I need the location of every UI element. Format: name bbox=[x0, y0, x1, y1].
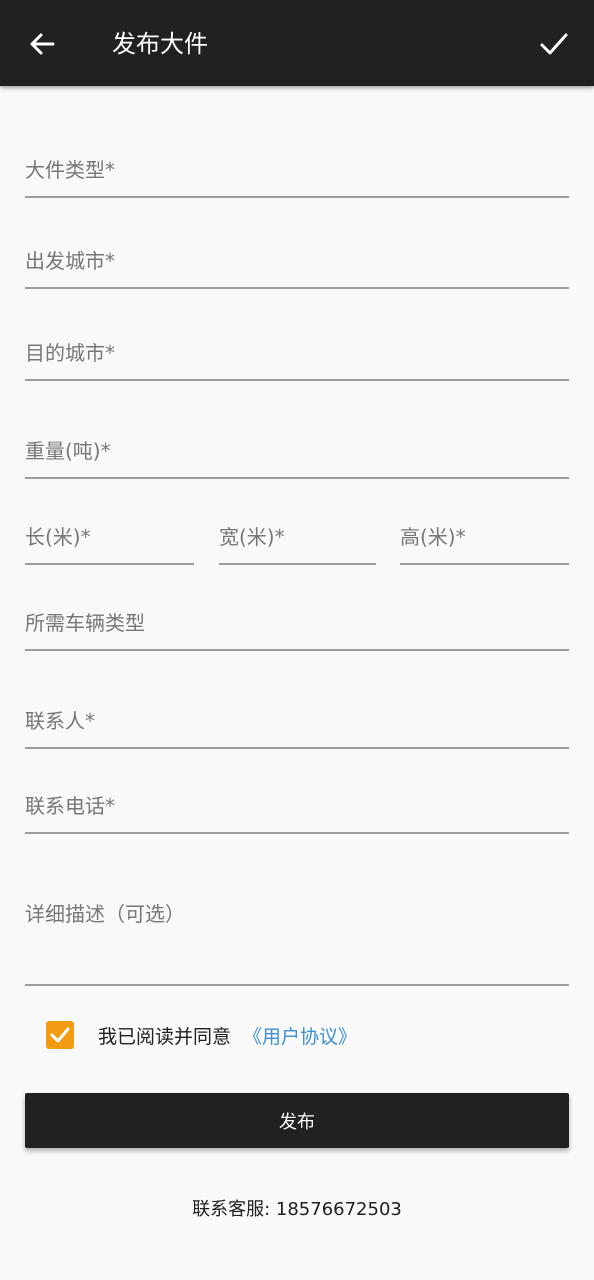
vehicle-type-field bbox=[25, 578, 569, 651]
description-field bbox=[25, 880, 569, 986]
contact-phone-field bbox=[25, 762, 569, 834]
destination-city-field bbox=[25, 307, 569, 381]
contact-phone-input[interactable] bbox=[25, 788, 569, 824]
app-bar: 发布大件 bbox=[0, 0, 594, 86]
arrow-left-icon bbox=[30, 33, 55, 55]
back-button[interactable] bbox=[18, 20, 66, 68]
check-icon bbox=[540, 33, 568, 55]
length-input[interactable] bbox=[25, 519, 194, 555]
cargo-type-field bbox=[25, 126, 569, 198]
description-input[interactable] bbox=[25, 896, 569, 932]
destination-city-input[interactable] bbox=[25, 335, 569, 371]
departure-city-field bbox=[25, 215, 569, 289]
length-field bbox=[25, 492, 194, 565]
weight-field bbox=[25, 405, 569, 479]
publish-button[interactable]: 发布 bbox=[25, 1093, 569, 1148]
agreement-text: 我已阅读并同意 bbox=[98, 1025, 232, 1048]
contact-person-field bbox=[25, 676, 569, 749]
page-title: 发布大件 bbox=[112, 30, 208, 58]
vehicle-type-input[interactable] bbox=[25, 605, 569, 641]
cargo-type-input[interactable] bbox=[25, 152, 569, 188]
width-input[interactable] bbox=[219, 519, 376, 555]
weight-input[interactable] bbox=[25, 433, 569, 469]
width-field bbox=[219, 492, 376, 565]
user-agreement-link[interactable]: 《用户协议》 bbox=[243, 1022, 357, 1049]
checkmark-icon bbox=[50, 1027, 70, 1043]
agreement-row: 我已阅读并同意 《用户协议》 bbox=[46, 1018, 357, 1052]
height-input[interactable] bbox=[400, 519, 569, 555]
contact-person-input[interactable] bbox=[25, 703, 569, 739]
height-field bbox=[400, 492, 569, 565]
customer-service-contact: 联系客服: 18576672503 bbox=[192, 1199, 402, 1220]
departure-city-input[interactable] bbox=[25, 243, 569, 279]
confirm-button[interactable] bbox=[530, 20, 578, 68]
agreement-checkbox[interactable] bbox=[46, 1021, 74, 1049]
